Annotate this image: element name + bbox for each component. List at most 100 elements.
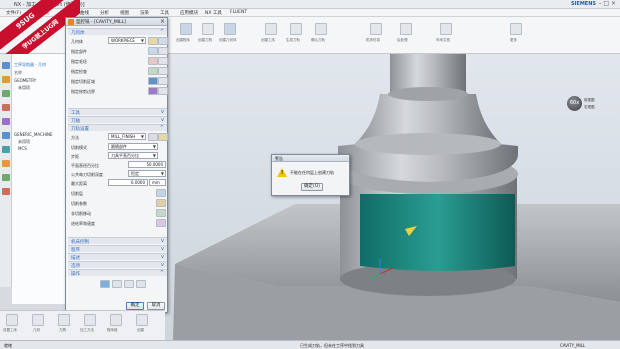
specify-check-icon[interactable] <box>148 67 158 75</box>
chevron-up-icon: ^ <box>159 125 164 131</box>
chevron-down-icon: v <box>161 117 164 123</box>
section-tool-axis[interactable]: 刀轴 v <box>68 116 167 124</box>
specify-part-icon[interactable] <box>148 47 158 55</box>
section-actions[interactable]: 操作 ^ <box>68 269 167 277</box>
generate-icon[interactable] <box>100 280 110 288</box>
new-method-icon[interactable] <box>148 133 158 141</box>
part-icon[interactable] <box>2 90 10 97</box>
geom-button[interactable] <box>32 314 44 326</box>
create-program-button[interactable] <box>180 23 192 35</box>
display-trim-icon[interactable] <box>158 87 168 95</box>
row-actions <box>70 280 167 288</box>
ribbon-label-verify: 确认刀轨 <box>311 38 325 42</box>
create-button[interactable] <box>136 314 148 326</box>
history-icon[interactable] <box>2 104 10 111</box>
create-operation-button[interactable] <box>265 23 277 35</box>
section-description[interactable]: 描述 v <box>68 253 167 261</box>
section-cut-settings-label: 刀轨设置 <box>71 127 89 132</box>
create-geometry-button[interactable] <box>224 23 236 35</box>
view-front-label[interactable]: 前视图 <box>584 98 595 103</box>
program-group-button[interactable] <box>110 314 122 326</box>
feeds-icon[interactable] <box>156 219 166 227</box>
specify-cut-area-icon[interactable] <box>148 77 158 85</box>
assembly-icon[interactable] <box>2 76 10 83</box>
method-button[interactable] <box>84 314 96 326</box>
section-geometry[interactable]: 几何体 ^ <box>68 28 167 36</box>
roles-icon[interactable] <box>2 160 10 167</box>
cancel-button[interactable]: 取消 <box>147 302 165 310</box>
display-cut-area-icon[interactable] <box>158 77 168 85</box>
section-options[interactable]: 选项 v <box>68 261 167 269</box>
specify-trim-icon[interactable] <box>148 87 158 95</box>
edit-geometry-icon[interactable] <box>158 37 168 45</box>
web-icon[interactable] <box>2 146 10 153</box>
section-cut-settings[interactable]: 刀轨设置 ^ <box>68 124 167 132</box>
menu-curve[interactable]: 曲线 <box>80 10 89 16</box>
depth-select[interactable]: 恒定 ▼ <box>128 170 166 177</box>
menu-render[interactable]: 渲染 <box>140 10 149 16</box>
view-cube[interactable]: 60x <box>567 96 582 111</box>
menu-analysis[interactable]: 分析 <box>100 10 109 16</box>
window-controls[interactable]: – □ × <box>598 0 616 7</box>
menu-fluent[interactable]: FLUENT <box>230 10 247 15</box>
ok-button[interactable]: 确定 <box>126 302 144 310</box>
list-icon[interactable] <box>136 280 146 288</box>
menu-tools[interactable]: 工具 <box>160 10 169 16</box>
verify-icon[interactable] <box>124 280 134 288</box>
menu-app[interactable]: 应用模块 <box>180 10 198 16</box>
menu-nxtools[interactable]: NX 工具 <box>205 10 222 16</box>
more-button[interactable] <box>510 23 522 35</box>
nav-item-unused2[interactable]: 未用项 <box>18 139 30 145</box>
reuse-icon[interactable] <box>2 118 10 125</box>
view-right-label[interactable]: 右视图 <box>584 105 595 110</box>
warning-mark-icon: ! <box>281 170 284 176</box>
generate-toolpath-button[interactable] <box>290 23 302 35</box>
nav-item-geometry[interactable]: GEOMETRY <box>14 78 36 83</box>
new-geometry-icon[interactable] <box>148 37 158 45</box>
create-tool-button[interactable] <box>202 23 214 35</box>
max-dist-input[interactable]: 6.0000 <box>108 179 148 186</box>
nav-item-unused1[interactable]: 未用项 <box>18 85 30 91</box>
system-icon[interactable] <box>2 188 10 195</box>
display-check-icon[interactable] <box>158 67 168 75</box>
nav-item-machine[interactable]: GENERIC_MACHINE <box>14 132 53 137</box>
navigator-header: 工序导航器 - 几何 <box>14 62 46 67</box>
cut-mode-select[interactable]: 跟随部件 ▼ <box>108 143 158 150</box>
display-blank-icon[interactable] <box>158 57 168 65</box>
percent-input[interactable]: 50.0000 <box>128 161 166 168</box>
specify-blank-icon[interactable] <box>148 57 158 65</box>
geometry-select[interactable]: WORKPIECE ▼ <box>108 37 146 44</box>
max-dist-unit[interactable]: mm <box>149 179 166 186</box>
shop-doc-button[interactable] <box>440 23 452 35</box>
tool-button[interactable] <box>58 314 70 326</box>
edit-method-icon[interactable] <box>158 133 168 141</box>
max-dist-unit-value: mm <box>152 180 160 185</box>
postprocess-button[interactable] <box>400 23 412 35</box>
graphics-viewport[interactable]: 60x 前视图 右视图 <box>165 54 620 340</box>
setup-button[interactable] <box>6 314 18 326</box>
step-select[interactable]: 刀具平直百分比 ▼ <box>108 152 158 159</box>
process-icon[interactable] <box>2 174 10 181</box>
machine-icon[interactable] <box>2 132 10 139</box>
method-select-value: MILL_FINISH <box>111 134 136 139</box>
bottom-label-method: 加工方法 <box>80 328 94 332</box>
section-program[interactable]: 程序 v <box>68 245 167 253</box>
cavity-mill-icon <box>68 19 74 25</box>
navigator-icon[interactable] <box>2 62 10 69</box>
cut-params-icon[interactable] <box>156 199 166 207</box>
display-part-icon[interactable] <box>158 47 168 55</box>
verify-toolpath-button[interactable] <box>315 23 327 35</box>
close-icon[interactable]: × <box>160 18 165 25</box>
method-select[interactable]: MILL_FINISH ▼ <box>108 133 146 140</box>
status-bar: 就绪 已生成刀轨，但未在工序中找到刀具 CAVITY_MILL <box>0 340 620 349</box>
warning-ok-button[interactable]: 确定(O) <box>301 183 323 191</box>
section-tool[interactable]: 工具 v <box>68 108 167 116</box>
menu-view[interactable]: 视图 <box>120 10 129 16</box>
cut-layers-icon[interactable] <box>156 189 166 197</box>
section-machine-control[interactable]: 机床控制 v <box>68 237 167 245</box>
machine-sim-button[interactable] <box>370 23 382 35</box>
non-cut-icon[interactable] <box>156 209 166 217</box>
replay-icon[interactable] <box>112 280 122 288</box>
nav-item-mcs[interactable]: MCS <box>18 146 27 151</box>
ribbon-label-more: 更多 <box>510 38 517 42</box>
